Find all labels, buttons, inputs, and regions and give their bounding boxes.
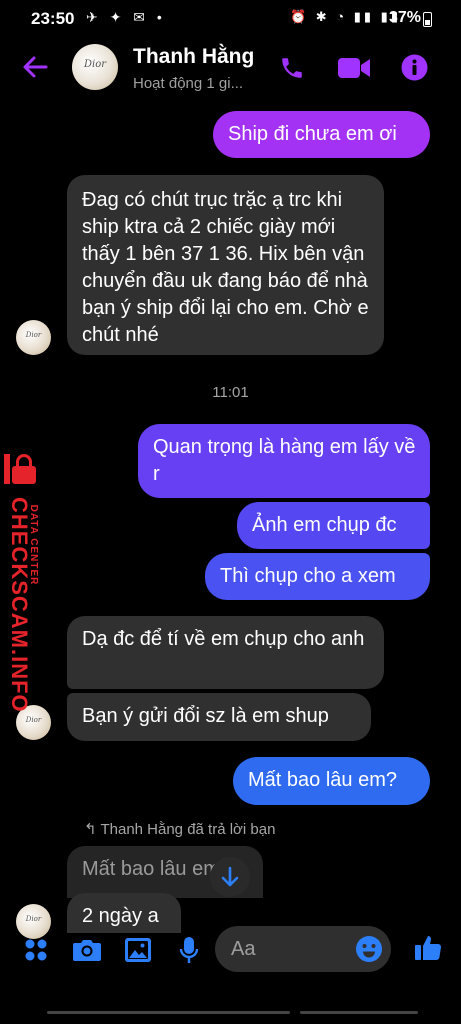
microphone-icon[interactable] xyxy=(179,936,199,964)
gallery-image-icon[interactable] xyxy=(124,937,152,963)
nav-recent-apps[interactable] xyxy=(47,1011,175,1014)
message-bubble-outgoing[interactable]: Quan trọng là hàng em lấy về r xyxy=(138,424,430,498)
emoji-icon[interactable] xyxy=(355,935,383,963)
contact-avatar-small: Dior xyxy=(16,320,51,355)
notification-icons: ✈ ✦ ✉ • xyxy=(86,9,166,25)
message-bubble-outgoing[interactable]: Ảnh em chụp đc xyxy=(237,502,430,549)
system-icons: ⏰ ✱ ◔ ▮▮ ▮▮ xyxy=(290,9,401,24)
contact-avatar[interactable]: Dior xyxy=(72,44,118,90)
menu-grid-icon[interactable] xyxy=(24,938,48,962)
contact-name[interactable]: Thanh Hằng xyxy=(133,45,254,69)
avatar-logo-text: Dior xyxy=(83,59,107,70)
message-bubble-incoming[interactable]: Đag có chút trục trặc ạ trc khi ship ktr… xyxy=(67,175,384,355)
message-bubble-outgoing[interactable]: Ship đi chưa em ơi xyxy=(213,111,430,158)
thumbs-up-icon[interactable] xyxy=(414,934,442,962)
battery-icon xyxy=(423,12,432,27)
message-bubble-incoming[interactable]: Dạ đc để tí về em chụp cho anh xyxy=(67,616,384,689)
nav-back[interactable] xyxy=(300,1011,418,1014)
back-arrow-icon[interactable] xyxy=(20,52,50,82)
battery-percent: 37% xyxy=(389,9,422,26)
arrow-down-icon xyxy=(221,866,239,887)
status-bar: 23:50 ✈ ✦ ✉ • ⏰ ✱ ◔ ▮▮ ▮▮ 37% xyxy=(0,0,461,38)
message-bubble-incoming[interactable]: Bạn ý gửi đổi sz là em shup xyxy=(67,693,371,741)
reply-note-text: Thanh Hằng đã trả lời bạn xyxy=(100,821,276,838)
camera-icon[interactable] xyxy=(72,937,102,963)
phone-call-icon[interactable] xyxy=(279,55,305,81)
avatar-logo-text: Dior xyxy=(25,331,42,339)
message-bubble-outgoing[interactable]: Thì chụp cho a xem xyxy=(205,553,430,600)
time-separator: 11:01 xyxy=(212,384,249,401)
avatar-logo-text: Dior xyxy=(25,716,42,724)
scroll-to-bottom-button[interactable] xyxy=(210,857,250,897)
reply-note: ↰ Thanh Hằng đã trả lời bạn xyxy=(84,820,275,838)
reply-arrow-icon: ↰ xyxy=(84,821,101,838)
contact-active-status: Hoạt động 1 gi... xyxy=(133,75,244,92)
nav-home[interactable] xyxy=(170,1011,290,1014)
video-call-icon[interactable] xyxy=(337,55,371,81)
watermark-brand: CHECKSCAM.INFO xyxy=(7,497,32,713)
info-icon[interactable] xyxy=(401,54,428,81)
message-bubble-outgoing[interactable]: Mất bao lâu em? xyxy=(233,757,430,805)
status-time: 23:50 xyxy=(31,9,75,28)
